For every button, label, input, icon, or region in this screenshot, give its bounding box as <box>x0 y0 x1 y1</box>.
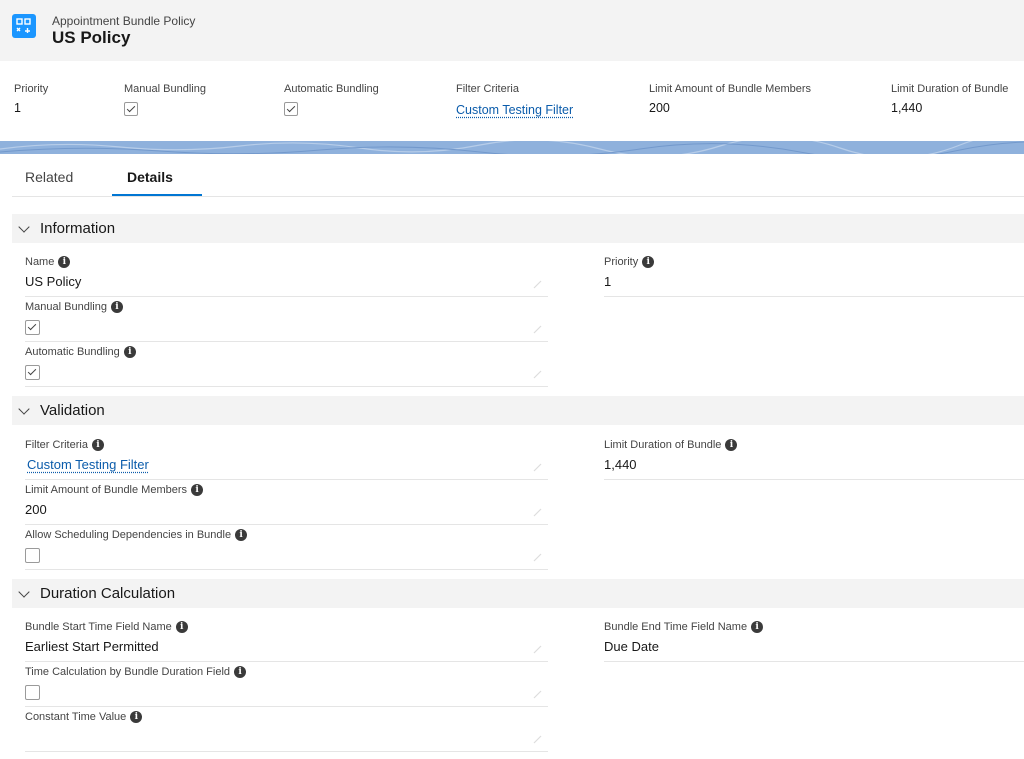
section-title: Information <box>40 220 116 237</box>
highlight-limit-amount: Limit Amount of Bundle Members 200 <box>649 83 811 115</box>
field-limit-amount: Limit Amount of Bundle Members i 200 <box>25 480 548 525</box>
pencil-icon[interactable] <box>532 461 544 473</box>
pencil-icon[interactable] <box>532 506 544 518</box>
section-title: Duration Calculation <box>40 585 176 602</box>
field-priority: Priority i 1 <box>604 252 1024 297</box>
info-icon[interactable]: i <box>123 346 136 358</box>
field-bundle-start-time: Bundle Start Time Field Name i Earliest S… <box>25 617 548 662</box>
highlight-priority: Priority 1 <box>14 83 48 115</box>
section-information-header[interactable]: Information <box>12 214 1024 243</box>
pencil-icon[interactable] <box>532 733 544 745</box>
info-icon[interactable]: i <box>58 256 71 268</box>
info-icon[interactable]: i <box>642 256 655 268</box>
field-value: 1,440 <box>604 457 637 472</box>
field-filter-criteria: Filter Criteria i Custom Testing Filter <box>25 435 548 480</box>
section-duration-calculation-header[interactable]: Duration Calculation <box>12 579 1024 608</box>
active-tab-indicator <box>112 194 202 196</box>
highlight-label: Automatic Bundling <box>284 83 379 95</box>
section-title: Validation <box>40 402 105 419</box>
info-icon[interactable]: i <box>175 621 188 633</box>
field-value: 200 <box>25 502 47 517</box>
field-label: Limit Duration of Bundle <box>604 439 722 451</box>
highlight-manual-bundling: Manual Bundling <box>124 83 206 116</box>
time-calculation-checkbox <box>25 685 40 701</box>
field-label: Name <box>25 256 55 268</box>
highlight-label: Filter Criteria <box>456 83 519 95</box>
decorative-banner <box>0 141 1024 154</box>
field-label: Filter Criteria <box>25 439 88 451</box>
field-manual-bundling: Manual Bundling i <box>25 297 548 342</box>
info-icon[interactable]: i <box>751 621 764 633</box>
field-time-calculation: Time Calculation by Bundle Duration Fiel… <box>25 662 548 707</box>
info-icon[interactable]: i <box>235 529 248 541</box>
highlight-value: 200 <box>649 101 670 115</box>
info-icon[interactable]: i <box>191 484 204 496</box>
highlight-value: 1,440 <box>891 101 923 115</box>
record-title: US Policy <box>52 28 131 47</box>
highlight-value: 1 <box>14 101 21 115</box>
pencil-icon[interactable] <box>532 643 544 655</box>
highlight-label: Priority <box>14 83 49 95</box>
pencil-icon[interactable] <box>532 278 544 290</box>
object-type-label: Appointment Bundle Policy <box>52 14 196 28</box>
highlight-label: Limit Duration of Bundle <box>891 83 1009 95</box>
field-automatic-bundling: Automatic Bundling i <box>25 342 548 387</box>
pencil-icon[interactable] <box>532 551 544 563</box>
highlight-label: Manual Bundling <box>124 83 206 95</box>
highlight-label: Limit Amount of Bundle Members <box>649 83 812 95</box>
filter-criteria-link[interactable]: Custom Testing Filter <box>456 103 573 117</box>
field-limit-duration: Limit Duration of Bundle i 1,440 <box>604 435 1024 480</box>
field-value: 1 <box>604 274 612 289</box>
tab-related[interactable]: Related <box>25 169 73 185</box>
pencil-icon[interactable] <box>532 323 544 335</box>
manual-bundling-checkbox <box>25 320 40 336</box>
field-name: Name i US Policy <box>25 252 548 297</box>
manual-bundling-checkbox <box>124 101 138 116</box>
record-tabs: Related Details <box>12 154 1024 197</box>
field-label: Priority <box>604 256 639 268</box>
field-label: Bundle Start Time Field Name <box>25 621 172 633</box>
highlight-limit-duration: Limit Duration of Bundle 1,440 <box>891 83 1008 115</box>
tab-details[interactable]: Details <box>127 169 173 185</box>
field-label: Constant Time Value <box>25 711 127 723</box>
field-label: Limit Amount of Bundle Members <box>25 484 188 496</box>
field-label: Allow Scheduling Dependencies in Bundle <box>25 529 232 541</box>
automatic-bundling-checkbox <box>25 365 40 381</box>
field-value: US Policy <box>25 274 82 289</box>
pencil-icon[interactable] <box>532 688 544 700</box>
field-value: Due Date <box>604 639 659 654</box>
highlight-filter-criteria: Filter Criteria Custom Testing Filter <box>456 83 573 117</box>
highlight-automatic-bundling: Automatic Bundling <box>284 83 379 116</box>
info-icon[interactable]: i <box>110 301 123 313</box>
info-icon[interactable]: i <box>725 439 738 451</box>
section-validation-header[interactable]: Validation <box>12 396 1024 425</box>
info-icon[interactable]: i <box>234 666 247 678</box>
filter-criteria-link[interactable]: Custom Testing Filter <box>27 457 149 472</box>
field-bundle-end-time: Bundle End Time Field Name i Due Date <box>604 617 1024 662</box>
info-icon[interactable]: i <box>130 711 143 723</box>
chevron-down-icon <box>18 402 30 415</box>
field-label: Manual Bundling <box>25 301 107 313</box>
chevron-down-icon <box>18 220 30 233</box>
allow-scheduling-checkbox <box>25 548 40 564</box>
field-label: Automatic Bundling <box>25 346 120 358</box>
highlights-panel: Priority 1 Manual Bundling Automatic Bun… <box>0 61 1024 141</box>
field-constant-time-value: Constant Time Value i <box>25 707 548 752</box>
field-value: Earliest Start Permitted <box>25 639 159 654</box>
info-icon[interactable]: i <box>91 439 104 451</box>
chevron-down-icon <box>18 585 30 598</box>
field-allow-scheduling-dependencies: Allow Scheduling Dependencies in Bundle i <box>25 525 548 570</box>
field-label: Time Calculation by Bundle Duration Fiel… <box>25 666 231 678</box>
pencil-icon[interactable] <box>532 368 544 380</box>
field-label: Bundle End Time Field Name <box>604 621 748 633</box>
automatic-bundling-checkbox <box>284 101 298 116</box>
record-header: Appointment Bundle Policy US Policy <box>0 0 1024 61</box>
bundle-policy-icon <box>12 14 36 38</box>
